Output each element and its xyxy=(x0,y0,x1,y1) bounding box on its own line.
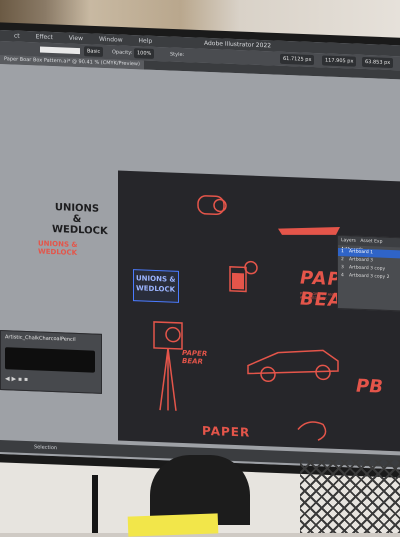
stroke-style-select[interactable]: Basic xyxy=(84,46,104,57)
paper-bear-small-logo[interactable]: PAPER BEAR xyxy=(182,349,210,366)
illustrator-window: ct Effect View Window Help Adobe Illustr… xyxy=(0,30,400,470)
film-roll-icon xyxy=(197,195,227,216)
menu-item-edit[interactable]: ct xyxy=(14,33,20,40)
width-input[interactable]: 63.853 px xyxy=(362,56,394,69)
opacity-label: Opacity: xyxy=(112,49,133,57)
tab-asset-export[interactable]: Asset Exp xyxy=(360,239,382,245)
brush-options-panel: Artistic_ChalkCharcoalPencil ◀ ▶ ▪ ▪ xyxy=(0,330,102,394)
pb-monogram[interactable]: PB xyxy=(356,376,383,398)
x-coordinate-input[interactable]: 61.7125 px xyxy=(280,53,315,66)
sticky-note xyxy=(127,513,219,537)
menu-item-effect[interactable]: Effect xyxy=(36,33,53,41)
wire-rack xyxy=(300,460,400,533)
menu-item-window[interactable]: Window xyxy=(99,36,123,44)
camera-tripod-icon xyxy=(153,321,183,411)
artboards-panel: Layers Asset Exp Artboards 1Artboard 1 2… xyxy=(337,234,400,312)
menu-item-view[interactable]: View xyxy=(69,35,83,43)
stroke-preview[interactable] xyxy=(40,46,80,55)
panel-tab-bar: Layers Asset Exp Artboards xyxy=(338,235,400,253)
opacity-input[interactable]: 100% xyxy=(134,48,155,59)
tab-layers[interactable]: Layers xyxy=(341,238,356,244)
selected-wedlock-logo[interactable]: UNIONS & WEDLOCK xyxy=(136,273,176,295)
cocktail-glass-icon xyxy=(229,260,258,293)
status-tool-name: Selection xyxy=(34,444,58,452)
unions-wedlock-logo[interactable]: UNIONS & WEDLOCK xyxy=(52,202,108,237)
brush-stroke-shape xyxy=(278,227,340,235)
cable xyxy=(92,475,98,533)
artboard-row[interactable]: 4 Artboard 3 copy 2 xyxy=(338,272,400,282)
menu-item-help[interactable]: Help xyxy=(139,37,153,45)
brush-name: Artistic_ChalkCharcoalPencil xyxy=(5,334,76,343)
partial-illustration xyxy=(297,421,327,441)
y-coordinate-input[interactable]: 117.905 px xyxy=(322,55,357,67)
unions-wedlock-red-logo[interactable]: UNIONS & WEDLOCK xyxy=(38,239,84,257)
paper-bottom-text[interactable]: PAPER xyxy=(202,424,250,440)
brush-stroke-preview xyxy=(5,347,95,373)
vintage-car-icon xyxy=(247,349,339,383)
brush-panel-controls[interactable]: ◀ ▶ ▪ ▪ xyxy=(5,375,28,383)
style-label: Style: xyxy=(170,51,185,59)
